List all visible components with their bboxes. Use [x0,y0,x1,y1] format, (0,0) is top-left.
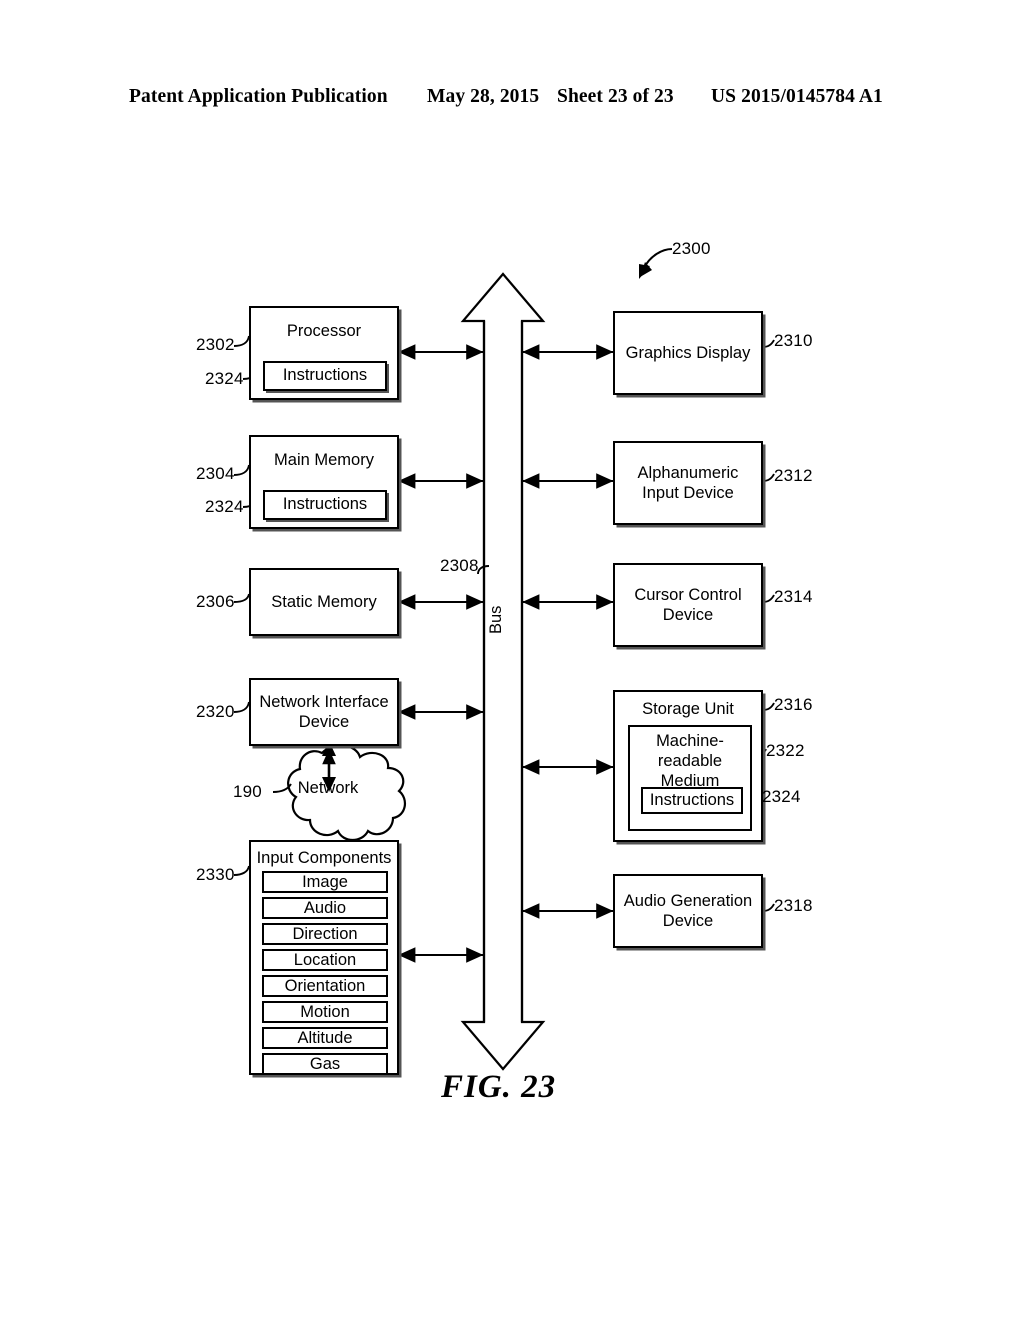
bus-arrow [460,272,546,1071]
node-machine-readable-medium-label: Machine-readable Medium [656,732,724,790]
input-component-gas-label: Gas [309,1055,341,1073]
node-graphics-display[interactable]: Graphics Display [613,311,763,395]
input-component-motion[interactable]: Motion [262,1001,388,1023]
ref-2324-main-memory: 2324 [205,497,244,516]
input-component-orientation[interactable]: Orientation [262,975,388,997]
figure-caption: FIG. 23 [441,1069,557,1105]
node-processor-label: Processor [286,322,362,340]
node-static-memory[interactable]: Static Memory [249,568,399,636]
ref-2330: 2330 [196,865,235,884]
node-storage-unit-label: Storage Unit [642,700,734,718]
ref-190: 190 [233,782,262,801]
input-component-altitude-label: Altitude [297,1029,353,1047]
node-cursor-control-device-label: Cursor Control Device [634,585,742,624]
node-audio-generation-device-label: Audio Generation Device [623,891,753,930]
system-reference-pointer [639,248,673,279]
node-main-memory-instructions-label: Instructions [282,495,368,514]
node-main-memory[interactable]: Main Memory Instructions [249,435,399,529]
node-storage-instructions-label: Instructions [649,790,735,809]
ref-2304: 2304 [196,464,235,483]
bus-connector-arrows-left [398,344,484,963]
input-component-direction[interactable]: Direction [262,923,388,945]
input-component-image[interactable]: Image [262,871,388,893]
ref-2300: 2300 [672,239,711,258]
input-component-audio[interactable]: Audio [262,897,388,919]
ref-2318: 2318 [774,896,813,915]
node-network-interface-device-label: Network Interface Device [259,692,389,731]
node-processor-instructions[interactable]: Instructions [263,361,387,391]
ref-2316: 2316 [774,695,813,714]
node-input-components-label: Input Components [256,849,392,867]
input-component-motion-label: Motion [300,1003,350,1021]
ref-2324-processor: 2324 [205,369,244,388]
input-component-orientation-label: Orientation [284,977,366,995]
ref-2310: 2310 [774,331,813,350]
input-component-gas[interactable]: Gas [262,1053,388,1075]
input-component-image-label: Image [302,873,348,891]
ref-2314: 2314 [774,587,813,606]
node-processor-instructions-label: Instructions [282,366,368,385]
figure-23-diagram: Processor Instructions 2302 2324 Main Me… [0,0,1024,1320]
ref-2322: 2322 [766,741,805,760]
node-machine-readable-medium[interactable]: Machine-readable Medium Instructions [628,725,752,831]
network-cloud-label: Network [297,779,359,797]
ref-2324-storage: 2324 [762,787,801,806]
node-main-memory-instructions[interactable]: Instructions [263,490,387,520]
node-input-components[interactable]: Input Components Image Audio Direction L… [249,840,399,1075]
input-component-location-label: Location [293,951,357,969]
ref-2306: 2306 [196,592,235,611]
node-static-memory-label: Static Memory [271,592,377,611]
input-component-altitude[interactable]: Altitude [262,1027,388,1049]
node-alphanumeric-input-device-label: Alphanumeric Input Device [637,463,739,502]
node-storage-unit[interactable]: Storage Unit Machine-readable Medium Ins… [613,690,763,842]
node-alphanumeric-input-device[interactable]: Alphanumeric Input Device [613,441,763,525]
input-component-location[interactable]: Location [262,949,388,971]
node-network-interface-device[interactable]: Network Interface Device [249,678,399,746]
node-main-memory-label: Main Memory [274,451,374,469]
node-cursor-control-device[interactable]: Cursor Control Device [613,563,763,647]
ref-2320: 2320 [196,702,235,721]
node-processor[interactable]: Processor Instructions [249,306,399,400]
ref-2312: 2312 [774,466,813,485]
node-storage-instructions[interactable]: Instructions [641,787,743,814]
node-graphics-display-label: Graphics Display [625,343,751,362]
input-component-direction-label: Direction [292,925,358,943]
bus-label: Bus [487,605,505,634]
ref-2302: 2302 [196,335,235,354]
node-audio-generation-device[interactable]: Audio Generation Device [613,874,763,948]
ref-2308: 2308 [440,556,479,575]
input-component-audio-label: Audio [303,899,347,917]
diagram-vector-layer [233,248,775,1071]
bus-connector-arrows-right [522,344,614,919]
